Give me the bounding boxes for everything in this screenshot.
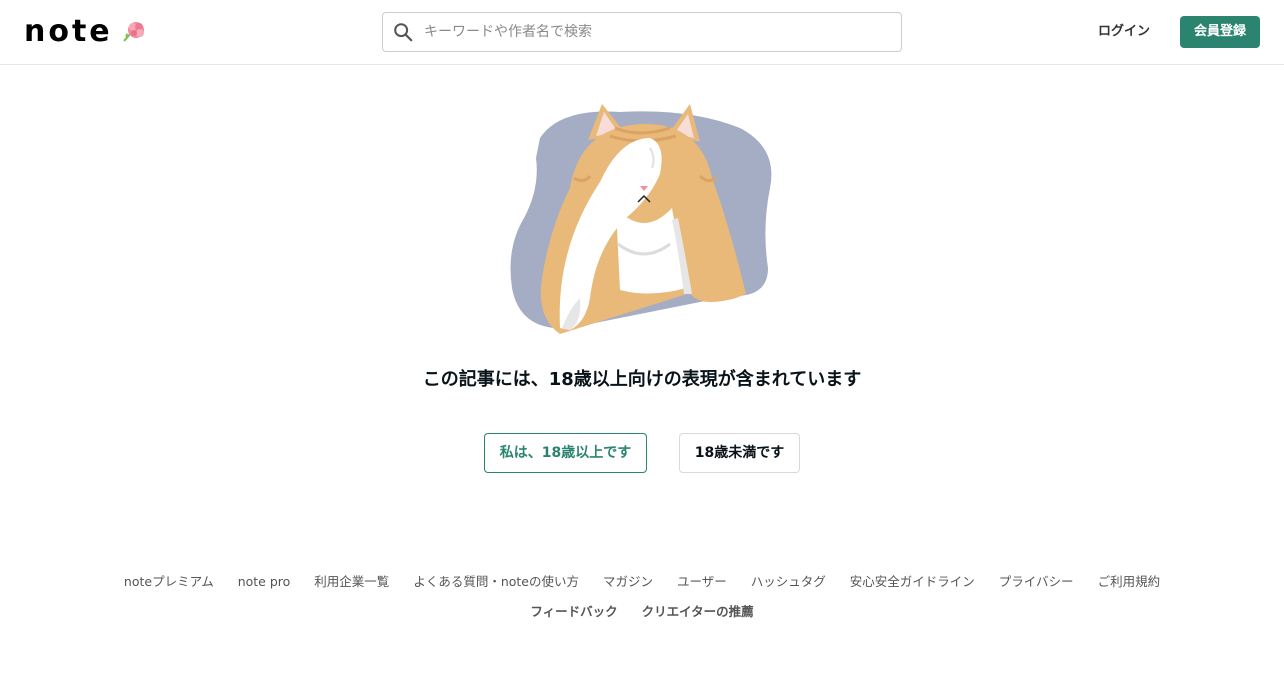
footer-link-creator-recommend[interactable]: クリエイターの推薦	[642, 602, 754, 622]
logo-wordmark: note	[24, 14, 113, 49]
footer-link-premium[interactable]: noteプレミアム	[124, 572, 214, 592]
footer-link-feedback[interactable]: フィードバック	[530, 602, 617, 622]
under-18-button[interactable]: 18歳未満です	[679, 433, 800, 473]
note-logo[interactable]: note	[24, 14, 147, 50]
footer-link-safety-guideline[interactable]: 安心安全ガイドライン	[850, 572, 975, 592]
footer-link-users[interactable]: ユーザー	[677, 572, 727, 592]
search-box	[382, 12, 902, 52]
footer-links: noteプレミアム note pro 利用企業一覧 よくある質問・noteの使い…	[80, 572, 1204, 622]
confirm-adult-button[interactable]: 私は、18歳以上です	[484, 433, 647, 473]
cat-covering-eyes-illustration	[510, 104, 772, 334]
login-button[interactable]: ログイン	[1088, 20, 1160, 44]
search-icon	[394, 23, 413, 42]
site-header: note ログイン 会員登録	[0, 0, 1284, 65]
footer-link-note-pro[interactable]: note pro	[238, 572, 291, 592]
footer-link-faq[interactable]: よくある質問・noteの使い方	[413, 572, 579, 592]
footer-link-magazine[interactable]: マガジン	[603, 572, 653, 592]
footer-link-privacy[interactable]: プライバシー	[999, 572, 1074, 592]
footer-link-hashtag[interactable]: ハッシュタグ	[751, 572, 826, 592]
search-input[interactable]	[424, 14, 884, 50]
age-warning-message: この記事には、18歳以上向けの表現が含まれています	[422, 369, 862, 390]
signup-button[interactable]: 会員登録	[1180, 16, 1260, 48]
footer-link-terms[interactable]: ご利用規約	[1098, 572, 1161, 592]
footer-link-companies[interactable]: 利用企業一覧	[314, 572, 389, 592]
flower-icon	[122, 22, 144, 42]
